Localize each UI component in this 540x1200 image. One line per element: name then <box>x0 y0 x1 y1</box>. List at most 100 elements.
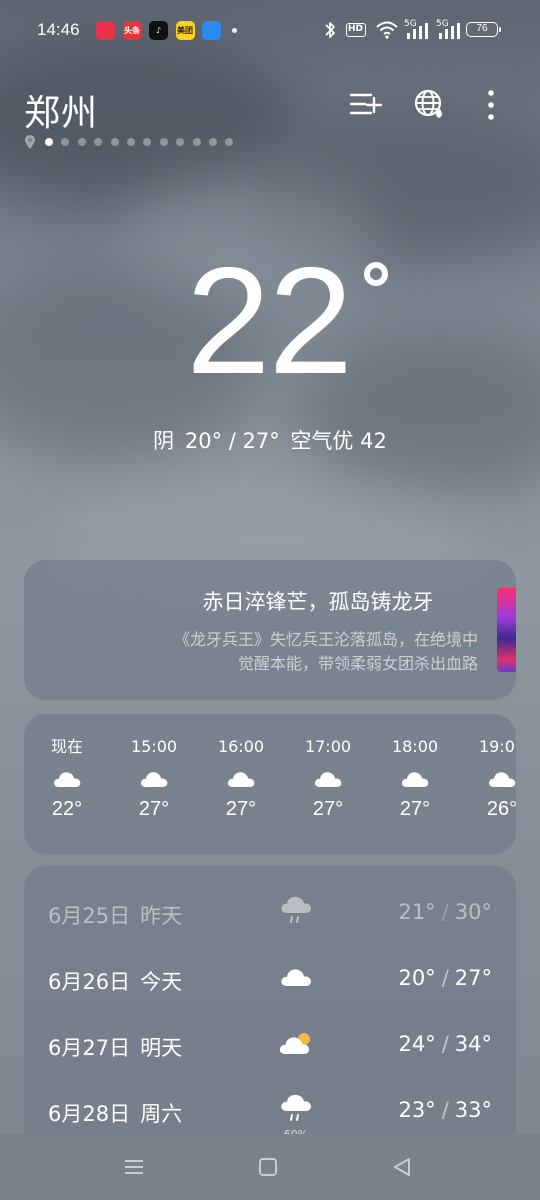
hourly-temp: 27° <box>138 798 170 820</box>
range-separator: / <box>441 966 449 990</box>
daily-high: 30° <box>454 900 492 924</box>
daily-date-text: 6月28日 <box>48 1102 131 1126</box>
daily-date: 6月28日 周六 <box>48 1098 182 1128</box>
cloud-icon <box>312 768 344 790</box>
globe-location-icon[interactable] <box>413 88 447 122</box>
cloud-icon <box>486 768 516 790</box>
air-quality: 空气优 42 <box>290 429 387 453</box>
page-dot <box>192 138 201 146</box>
douyin-app-icon: ♪ <box>149 21 168 40</box>
rain-cloud-icon <box>278 1094 314 1124</box>
hourly-temp: 27° <box>312 798 344 820</box>
daily-high: 27° <box>454 966 492 990</box>
daily-forecast-card[interactable]: 6月25日 昨天 21°/30° 6月26日 今天 20°/27° 6月27日 明天 24°/3… <box>24 866 516 1134</box>
daily-date: 6月27日 明天 <box>48 1032 182 1062</box>
daily-row[interactable]: 6月25日 昨天 21°/30° <box>24 892 516 932</box>
hourly-time: 16:00 <box>217 737 265 756</box>
recent-apps-icon[interactable] <box>121 1154 147 1180</box>
promo-card[interactable]: 赤日淬锋芒，孤岛铸龙牙 《龙牙兵王》失忆兵王沦落孤岛，在绝境中觉醒本能，带领柔弱… <box>24 560 516 700</box>
city-page-indicator <box>24 134 242 150</box>
system-nav-bar <box>0 1134 540 1200</box>
hourly-temp: 26° <box>486 798 516 820</box>
hourly-item: 18:00 27° <box>378 736 452 821</box>
daily-date: 6月25日 昨天 <box>48 900 182 930</box>
daily-date: 6月26日 今天 <box>48 966 182 996</box>
daily-range: 20°/27° <box>398 966 492 990</box>
daily-low: 23° <box>398 1098 436 1122</box>
page-dot <box>110 138 119 146</box>
range-separator: / <box>441 900 449 924</box>
signal-bars-icon <box>439 23 460 39</box>
current-summary[interactable]: 阴 20° / 27° 空气优 42 <box>0 425 540 455</box>
daily-high: 34° <box>454 1032 492 1056</box>
signal-sim2: 5G <box>436 19 462 41</box>
city-manage-icon[interactable] <box>349 88 383 122</box>
status-time: 14:46 <box>37 20 80 39</box>
rain-cloud-icon <box>278 896 314 926</box>
hourly-item: 15:00 27° <box>117 736 191 821</box>
toutiao-app-icon: 头条 <box>122 21 142 40</box>
daily-row[interactable]: 6月28日周六60%23°/33° <box>24 1090 516 1134</box>
location-pin-icon <box>25 135 35 149</box>
daily-low: 24° <box>398 1032 436 1056</box>
hourly-time: 18:00 <box>391 737 439 756</box>
daily-range: 23°/33° <box>398 1098 492 1122</box>
page-dot <box>45 138 53 146</box>
hourly-item: 17:00 27° <box>291 736 365 821</box>
notification-more-dot <box>232 28 237 33</box>
tiktok-red-app-icon <box>96 21 115 40</box>
page-dot <box>126 138 135 146</box>
current-condition: 阴 <box>153 429 175 453</box>
city-name[interactable]: 郑州 <box>24 84 98 136</box>
hourly-time: 19:00 <box>478 737 516 756</box>
wifi-icon <box>376 21 398 39</box>
daily-high: 33° <box>454 1098 492 1122</box>
range-separator: / <box>441 1098 449 1122</box>
meituan-app-icon: 美团 <box>175 21 195 40</box>
hourly-time: 现在 <box>50 737 83 756</box>
hourly-time: 17:00 <box>304 737 352 756</box>
signal-sim1: 5G <box>404 19 430 41</box>
current-temperature: 22 <box>186 236 353 406</box>
hourly-item: 19:00 26° <box>465 736 516 821</box>
home-icon[interactable] <box>255 1154 281 1180</box>
daily-low: 21° <box>398 900 436 924</box>
browser-app-icon <box>202 21 221 40</box>
daily-weekday: 明天 <box>140 1036 183 1060</box>
daily-range: 21°/30° <box>398 900 492 924</box>
daily-low: 20° <box>398 966 436 990</box>
daily-weekday: 昨天 <box>140 904 183 928</box>
daily-row[interactable]: 6月26日 今天 20°/27° <box>24 958 516 998</box>
cloud-icon <box>225 768 257 790</box>
promo-title: 赤日淬锋芒，孤岛铸龙牙 <box>202 590 434 614</box>
hourly-time: 15:00 <box>130 737 178 756</box>
page-dot <box>94 138 103 146</box>
degree-symbol <box>364 262 388 286</box>
page-dot <box>159 138 168 146</box>
page-dot <box>61 138 70 146</box>
page-dot <box>77 138 86 146</box>
cloud-icon <box>138 768 170 790</box>
more-menu-icon[interactable] <box>474 88 508 122</box>
battery-indicator: 76 <box>466 22 501 37</box>
hourly-temp: 27° <box>225 798 257 820</box>
daily-weekday: 今天 <box>140 970 183 994</box>
back-icon[interactable] <box>389 1154 415 1180</box>
current-range: 20° / 27° <box>184 429 280 453</box>
partly-sunny-icon <box>278 1028 314 1058</box>
signal-bars-icon <box>407 23 428 39</box>
daily-weekday: 周六 <box>140 1102 183 1126</box>
daily-row[interactable]: 6月27日 明天 24°/34° <box>24 1024 516 1064</box>
hourly-temp: 27° <box>399 798 431 820</box>
hourly-item: 现在 22° <box>30 736 104 821</box>
page-dot <box>225 138 234 146</box>
page-dot <box>208 138 217 146</box>
daily-range: 24°/34° <box>398 1032 492 1056</box>
status-bar: 14:46 头条 ♪ 美团 HD 5G 5G 76 <box>0 0 540 62</box>
page-dot <box>143 138 152 146</box>
cloud-icon <box>399 768 431 790</box>
hd-voice-icon: HD <box>346 23 366 37</box>
promo-subtitle: 《龙牙兵王》失忆兵王沦落孤岛，在绝境中觉醒本能，带领柔弱女团杀出血路 <box>173 630 478 673</box>
hourly-forecast-card[interactable]: 现在 22° 15:00 27° 16:00 27° 17:00 27° 18:00 27° 19:… <box>24 714 516 854</box>
bluetooth-icon <box>325 22 335 38</box>
